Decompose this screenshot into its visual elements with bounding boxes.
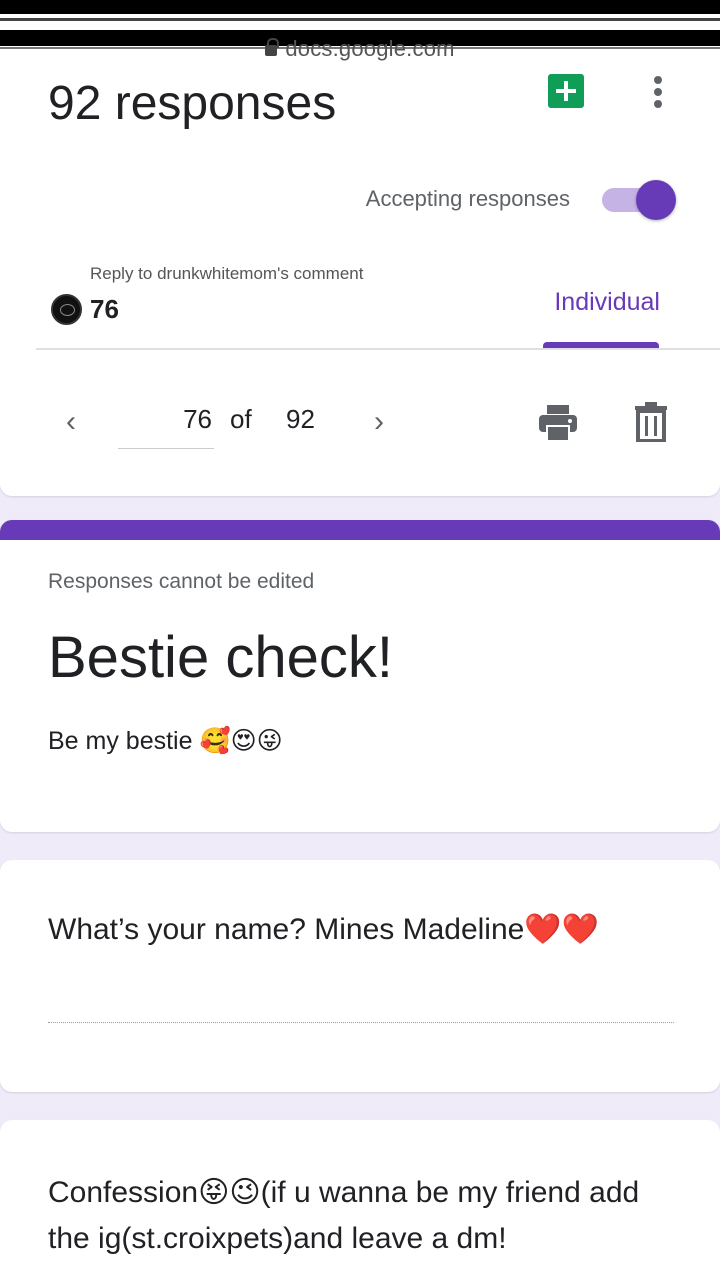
cannot-edit-notice: Responses cannot be edited [48,570,315,593]
page-number-input[interactable]: 76 [118,404,214,435]
print-icon[interactable] [538,404,578,442]
form-header-card: Responses cannot be edited Bestie check!… [0,520,720,832]
browser-chrome: docs.google.com [0,0,720,70]
url-bar[interactable]: docs.google.com [0,36,720,62]
page-of-label: of [230,404,252,434]
answer-line [48,1022,674,1023]
page-input-underline [118,448,214,449]
chevron-left-icon[interactable]: ‹ [56,400,86,444]
question-card: What’s your name? Mines Madeline❤️❤️ [0,860,720,1092]
responses-header-card: 92 responses Accepting responses Reply t… [0,70,720,496]
reply-to-comment-label: Reply to drunkwhitemom's comment [90,264,364,283]
page-title: 92 responses [48,77,337,130]
question-card: Confession😝😉(if u wanna be my friend add… [0,1120,720,1280]
form-description: Be my bestie 🥰😍😜 [48,727,283,755]
page-total: 92 [286,404,315,434]
reply-count: 76 [90,294,119,324]
tabs-divider [36,348,720,350]
url-text: docs.google.com [285,36,455,61]
tab-individual[interactable]: Individual [554,288,660,317]
avatar [51,294,82,325]
trash-icon[interactable] [634,402,668,442]
form-title: Bestie check! [48,625,393,690]
toggle-knob [636,180,676,220]
accepting-responses-toggle[interactable] [602,180,676,220]
lock-icon [265,38,280,56]
more-vert-icon[interactable] [648,74,668,110]
chevron-right-icon[interactable]: › [364,400,394,444]
form-accent-bar [0,520,720,540]
chrome-bar [0,18,720,21]
accepting-responses-label: Accepting responses [365,186,570,211]
chrome-bar [0,0,720,14]
question-text: Confession😝😉(if u wanna be my friend add… [48,1176,640,1255]
question-text: What’s your name? Mines Madeline❤️❤️ [48,913,600,946]
sheets-icon[interactable] [548,74,584,108]
